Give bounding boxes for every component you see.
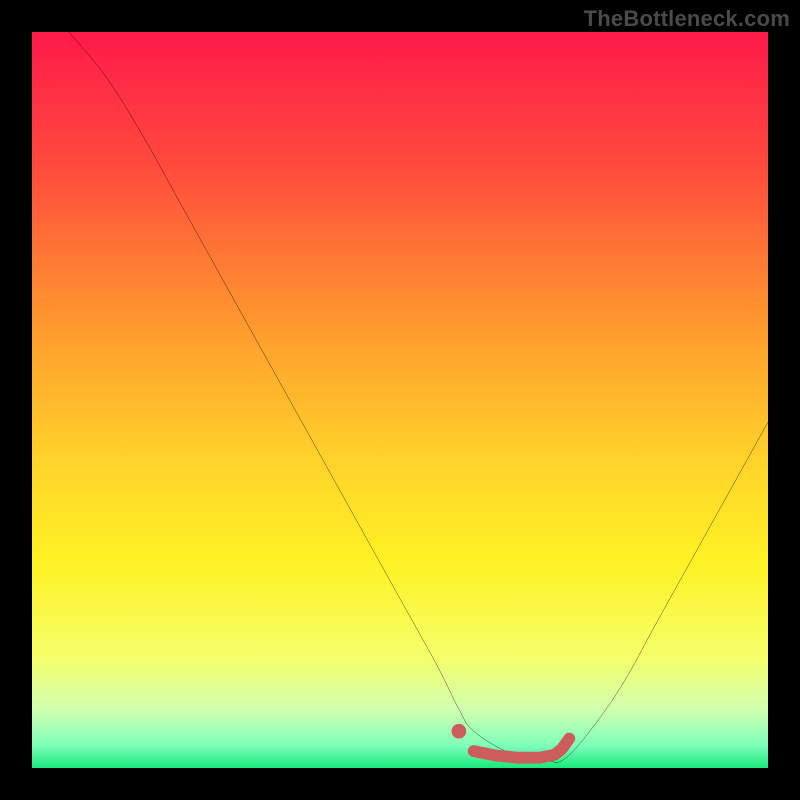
plot-area [32, 32, 768, 768]
optimal-range-marker [32, 32, 768, 768]
watermark-text: TheBottleneck.com [584, 6, 790, 32]
chart-frame: TheBottleneck.com [0, 0, 800, 800]
